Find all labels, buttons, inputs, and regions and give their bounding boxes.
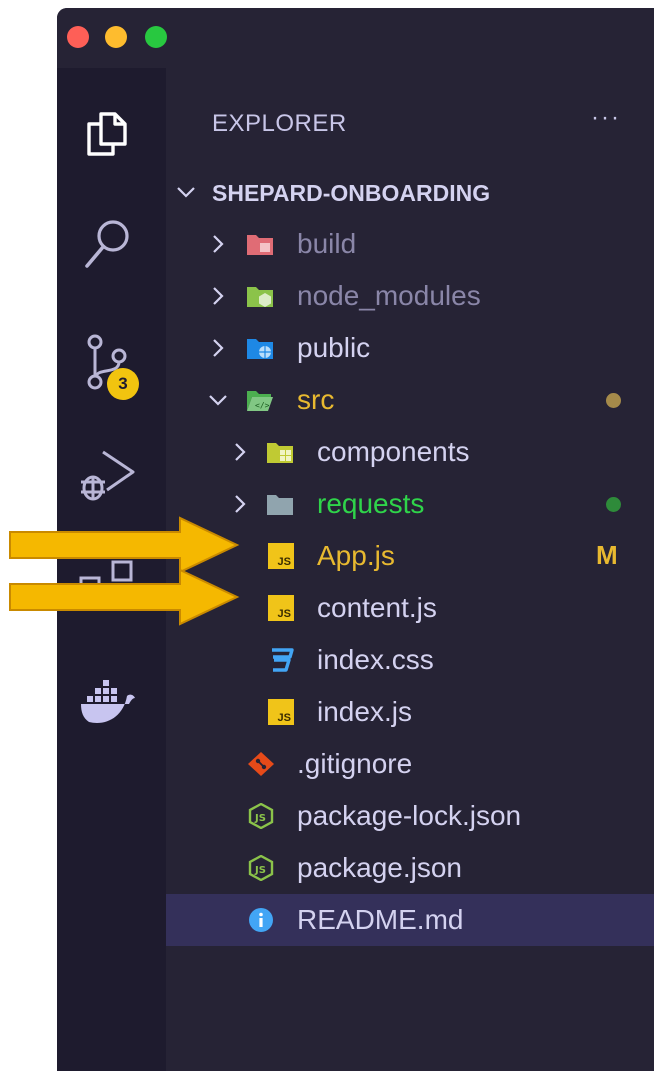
- info-file-icon: [249, 908, 273, 932]
- tree-item-label: README.md: [297, 904, 464, 935]
- tree-item-label: index.js: [317, 696, 412, 727]
- src-folder-icon: </>: [247, 391, 273, 411]
- tree-item-components[interactable]: components: [166, 426, 654, 478]
- tree-item-label: requests: [317, 488, 425, 519]
- search-icon[interactable]: [79, 216, 135, 272]
- tree-item-label: index.css: [317, 644, 434, 675]
- tree-item-index-js[interactable]: JS index.js: [166, 686, 654, 738]
- chevron-right-icon: [213, 235, 224, 253]
- nodejs-file-icon: JS: [248, 803, 274, 829]
- maximize-window-button[interactable]: [145, 26, 167, 48]
- tree-item-label: App.js: [317, 540, 395, 571]
- explorer-title: EXPLORER: [212, 110, 347, 137]
- build-folder-icon: [247, 235, 273, 255]
- tree-item-package-json[interactable]: JS package.json: [166, 842, 654, 894]
- svg-text:</>: </>: [255, 401, 270, 410]
- source-control-badge: 3: [107, 368, 139, 400]
- docker-icon[interactable]: [79, 674, 135, 730]
- js-file-icon: JS: [268, 595, 294, 621]
- chevron-down-icon: [209, 395, 227, 406]
- css-file-icon: [272, 648, 294, 672]
- nodejs-file-icon: JS: [248, 855, 274, 881]
- tree-item-build[interactable]: build: [166, 218, 654, 270]
- tree-item-label: package.json: [297, 852, 463, 883]
- modified-status-badge: M: [596, 540, 618, 570]
- tree-item-gitignore[interactable]: .gitignore: [166, 738, 654, 790]
- components-folder-icon: [267, 443, 293, 463]
- chevron-right-icon: [213, 339, 224, 357]
- tree-item-label: node_modules: [297, 280, 481, 311]
- annotation-arrow: [9, 568, 240, 626]
- chevron-down-icon: [177, 187, 195, 198]
- git-file-icon: [248, 752, 274, 776]
- tree-item-label: public: [297, 332, 371, 363]
- tree-item-src[interactable]: </> src: [166, 374, 654, 426]
- added-indicator-dot: [606, 497, 621, 512]
- more-actions-button[interactable]: ···: [591, 104, 621, 132]
- folder-icon: [267, 495, 293, 515]
- tree-item-readme-md[interactable]: README.md: [166, 894, 654, 946]
- public-folder-icon: [247, 339, 273, 359]
- chevron-right-icon: [235, 443, 246, 461]
- node-folder-icon: [247, 287, 273, 307]
- close-window-button[interactable]: [67, 26, 89, 48]
- chevron-right-icon: [213, 287, 224, 305]
- explorer-icon[interactable]: [79, 104, 135, 160]
- tree-item-node-modules[interactable]: node_modules: [166, 270, 654, 322]
- tree-item-label: content.js: [317, 592, 437, 623]
- chevron-right-icon: [235, 495, 246, 513]
- js-file-icon: JS: [268, 543, 294, 569]
- tree-item-label: package-lock.json: [297, 800, 522, 831]
- title-bar: [57, 8, 654, 68]
- tree-item-package-lock-json[interactable]: JS package-lock.json: [166, 790, 654, 842]
- annotation-arrow: [9, 516, 240, 574]
- tree-item-label: components: [317, 436, 470, 467]
- tree-item-label: src: [297, 384, 335, 415]
- tree-item-label: .gitignore: [297, 748, 413, 779]
- js-file-icon: JS: [268, 699, 294, 725]
- svg-text:JS: JS: [254, 813, 266, 824]
- tree-item-public[interactable]: public: [166, 322, 654, 374]
- modified-indicator-dot: [606, 393, 621, 408]
- tree-item-label: build: [297, 228, 357, 259]
- svg-text:JS: JS: [254, 865, 266, 876]
- run-debug-icon[interactable]: [79, 446, 135, 502]
- project-name: SHEPARD-ONBOARDING: [212, 180, 491, 206]
- minimize-window-button[interactable]: [105, 26, 127, 48]
- tree-item-index-css[interactable]: index.css: [166, 634, 654, 686]
- project-header[interactable]: SHEPARD-ONBOARDING: [166, 166, 654, 218]
